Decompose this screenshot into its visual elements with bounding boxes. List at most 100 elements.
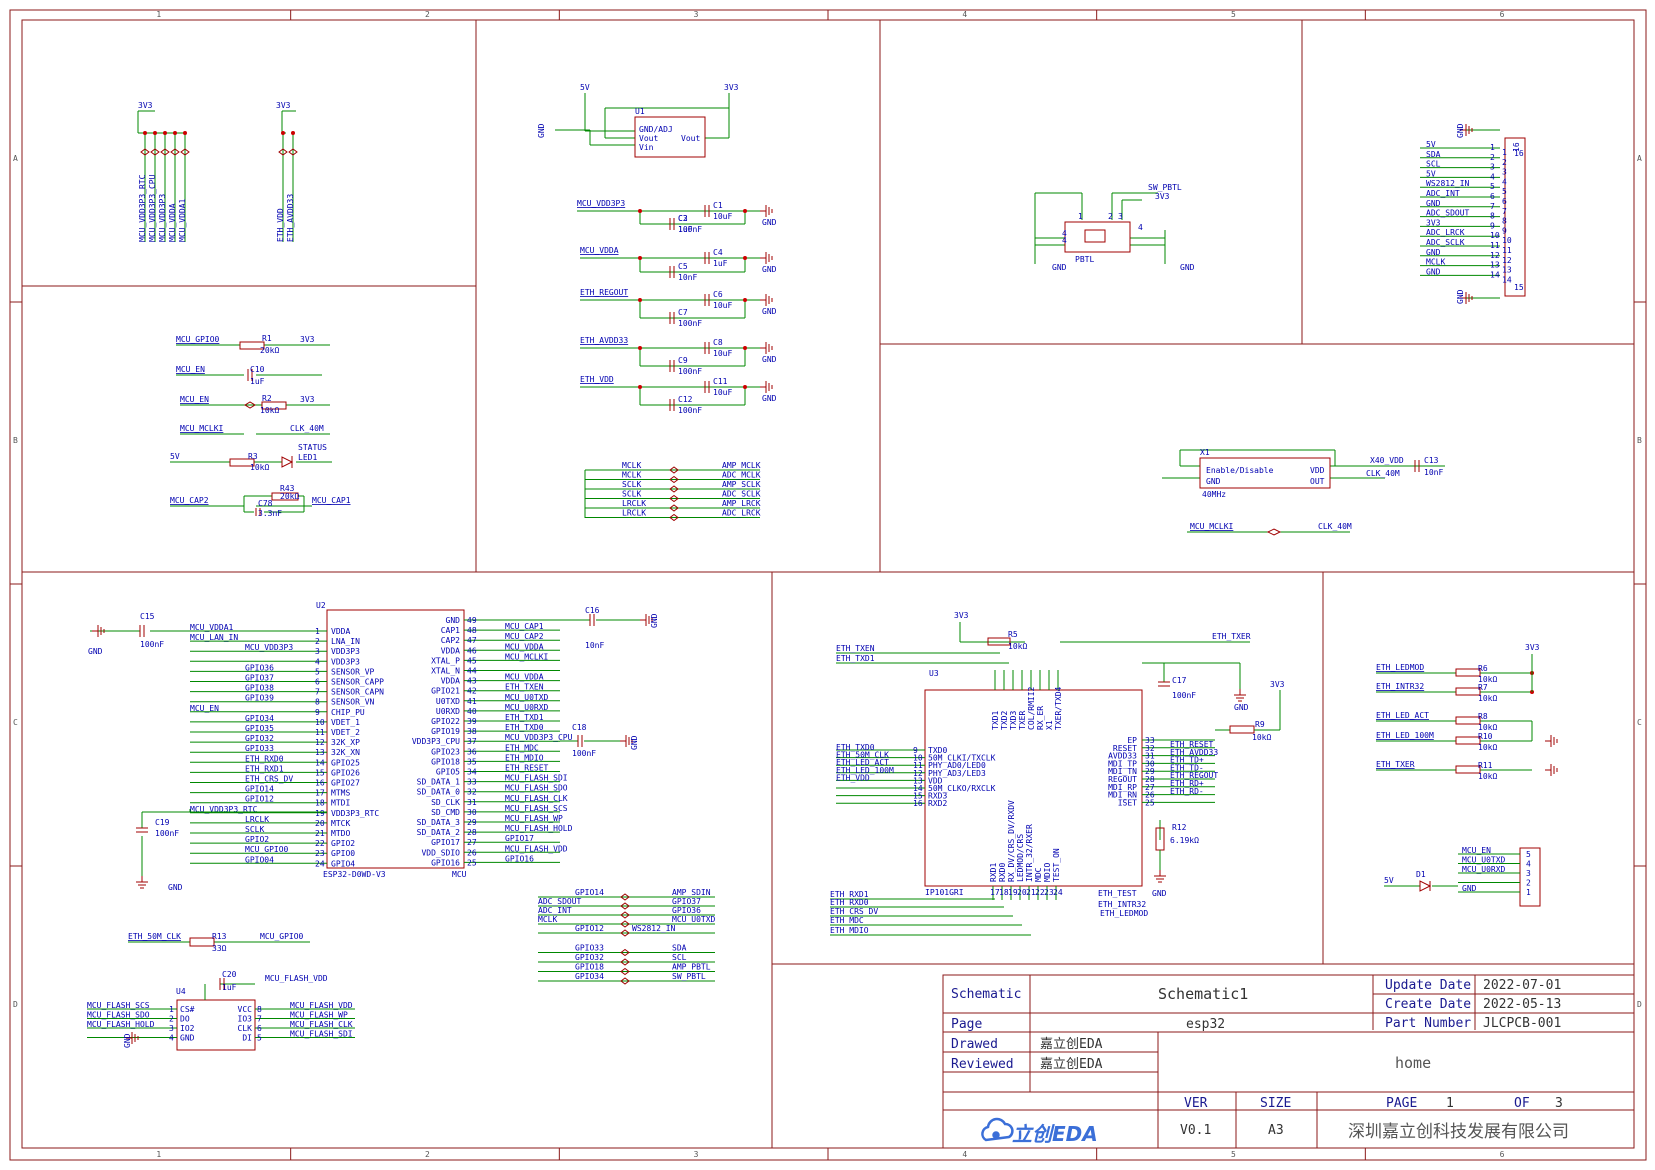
decoupling-net: ETH_REGOUT <box>580 288 628 297</box>
esp32-left-num: 19 <box>315 809 325 818</box>
header16-pin: 11 <box>1502 246 1512 255</box>
net-ties-block: MCLK AMP_MCLK MCLK ADC_MCLK SCLK AMP_SCLK SCLK… <box>584 461 761 522</box>
phy-gnd: GND <box>1234 703 1249 712</box>
phy-ref: U3 <box>929 669 939 678</box>
esp32-left-pin: MTDO <box>331 829 350 838</box>
phy-top-net: ETH_TXD1 <box>836 654 875 663</box>
r2-ref: R2 <box>262 394 272 403</box>
osc-pin-en: Enable/Disable <box>1206 466 1274 475</box>
esp32-right-net: ETH_TXEN <box>505 683 544 692</box>
flash-left-num: 4 <box>169 1034 174 1043</box>
grid-row-label: A <box>1637 154 1642 163</box>
esp32-right-pin: VDD_SDIO <box>421 848 460 857</box>
cap-ref: C1 <box>713 201 723 210</box>
cap-val: 100nF <box>678 319 702 328</box>
flash-left-net: MCU_FLASH_HOLD <box>87 1020 155 1029</box>
header16-pin: 14 <box>1490 270 1500 279</box>
gnd-symbol <box>760 205 773 217</box>
c13-val: 10nF <box>1424 468 1443 477</box>
header16-net: ADC_SDOUT <box>1426 209 1470 218</box>
esp32-left-pin: CHIP_PU <box>331 708 365 717</box>
gnd-symbol <box>760 252 773 264</box>
esp32-left-pin: VDET_2 <box>331 728 360 737</box>
esp32-right-num: 33 <box>467 778 477 787</box>
phy-bottom-net: ETH_RXD0 <box>830 898 869 907</box>
net-mcu-mclki: MCU_MCLKI <box>180 424 224 433</box>
header16-block: 16 5V 11 SDA 22 SCL 33 5V 44 WS2812_IN 55 ADC_INT 66… <box>1420 123 1526 304</box>
phy-right-pin: ISET <box>1118 798 1137 807</box>
esp32-label: MCU <box>452 870 467 879</box>
phy-bottom-pin: RXD0 <box>998 863 1007 882</box>
phy-left-pin: RXD2 <box>928 799 947 808</box>
tie-net-right: ADC_MCLK <box>722 471 761 480</box>
grid-col-label: 6 <box>1500 1150 1505 1159</box>
tb-pageno-value: 1 <box>1446 1096 1454 1111</box>
tb-home: home <box>1395 1054 1431 1072</box>
c17-val: 100nF <box>1172 691 1196 700</box>
decoupling-net: ETH_AVDD33 <box>580 336 628 345</box>
esp32-left-pin: SENSOR_CAPP <box>331 678 384 687</box>
header16-net: 5V <box>1426 140 1436 149</box>
esp32-right-pin: GPIO19 <box>431 727 460 736</box>
esp32-left-num: 15 <box>315 768 325 777</box>
eth-straps-block: ETH_LEDMOD R6 10kΩ ETH_INTR32 R7 10kΩ ETH_LED_… <box>1376 643 1558 781</box>
cap-val: 10uF <box>713 349 732 358</box>
gpio-tie-right: AMP_PBTL <box>672 963 711 972</box>
osc-freq: 40MHz <box>1202 490 1226 499</box>
ldo-pin-vin: Vin <box>639 143 654 152</box>
tie-net-right: AMP_MCLK <box>722 461 761 470</box>
phy-left-net: ETH_VDD <box>836 773 870 782</box>
phy-bottom-net: ETH_CRS_DV <box>830 907 878 916</box>
mcu-gnd: GND <box>88 647 103 656</box>
esp32-right-num: 35 <box>467 757 477 766</box>
pbtl-switch <box>1064 221 1131 253</box>
junction-dot <box>638 346 642 350</box>
uart-net: MCU_U0RXD <box>1462 865 1506 874</box>
uart-pin: 1 <box>1526 888 1531 897</box>
grid-col-label: 3 <box>694 10 699 19</box>
esp32-right-num: 47 <box>467 636 477 645</box>
esp32-left-num: 22 <box>315 839 325 848</box>
header16-pin: 7 <box>1502 207 1507 216</box>
grid-row-label: A <box>13 154 18 163</box>
esp32-right-pin: VDDA <box>441 646 460 655</box>
ldo-in-rail: 5V <box>580 83 590 92</box>
ldo-out-rail: 3V3 <box>724 83 739 92</box>
ldo-pin-vout: Vout <box>639 134 658 143</box>
esp32-right-net: MCU_MCLKI <box>505 652 549 661</box>
phy-bottom-pin: INTR_32/RXER <box>1025 824 1034 882</box>
flash-left-net: MCU_FLASH_SDO <box>87 1011 150 1020</box>
tie-net-right: AMP_SCLK <box>722 480 761 489</box>
uart-pin: 3 <box>1526 869 1531 878</box>
flash-left-pin: IO2 <box>180 1024 195 1033</box>
esp32-right-net: ETH_MDIO <box>505 753 544 762</box>
mcu-gnd: GND <box>650 613 659 628</box>
junction-dot <box>153 131 157 135</box>
phy-bottom-net: ETH_MDIO <box>830 926 869 935</box>
esp32-right-num: 32 <box>467 788 477 797</box>
phy-bottom-num: 24 <box>1053 888 1063 897</box>
esp32-right-net: MCU_VDDA <box>505 673 544 682</box>
esp32-left-pin: SENSOR_VN <box>331 698 375 707</box>
r1-ref: R1 <box>262 334 272 343</box>
flash-left-net: MCU_FLASH_SCS <box>87 1001 150 1010</box>
c15-val: 100nF <box>140 640 164 649</box>
cap-val: 10uF <box>713 301 732 310</box>
esp32-left-num: 4 <box>315 657 320 666</box>
grid-col-label: 4 <box>962 10 967 19</box>
decoupling-block: MCU_VDD3P3 C110uFC2100nFC31uFGNDMCU_VDDA C… <box>577 199 777 415</box>
esp32-left-num: 11 <box>315 728 325 737</box>
c78-val: 3.3nF <box>258 509 282 518</box>
schematic-sheet: 112233445566A AB BC CD D 3V3 3V3 MCU_VDD3P3_… <box>9 9 1647 1161</box>
cap-ref: C9 <box>678 356 688 365</box>
phy-bottom-net: ETH_TEST <box>1098 889 1137 898</box>
tb-schematic-value: Schematic1 <box>1158 985 1248 1003</box>
strap-val: 10kΩ <box>1478 694 1497 703</box>
decoupling-net: MCU_VDD3P3 <box>577 199 625 208</box>
power-caps-block: 3V3 3V3 MCU_VDD3P3_RTC MCU_VDD3P3_CPU MC… <box>137 101 298 242</box>
flash-right-num: 6 <box>257 1024 262 1033</box>
grid-col-label: 3 <box>694 1150 699 1159</box>
net-vdd3p3: MCU_VDD3P3 <box>158 194 167 242</box>
esp32-right-num: 37 <box>467 737 477 746</box>
esp32-left-net: GPIO2 <box>245 835 269 844</box>
